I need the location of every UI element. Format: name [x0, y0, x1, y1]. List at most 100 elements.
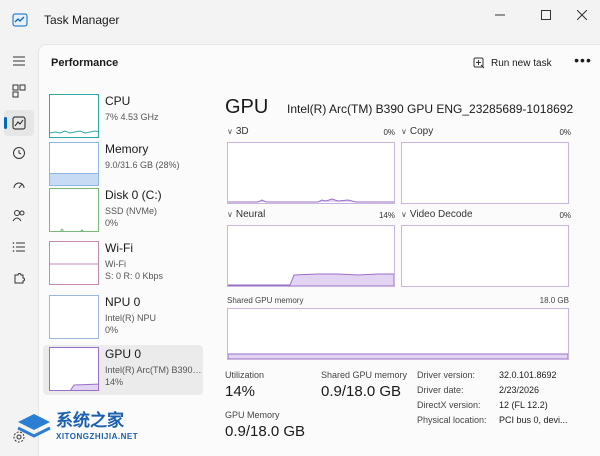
gpu-detail-view: GPU Intel(R) Arc(TM) B390 GPU ENG_232856…	[225, 88, 600, 456]
resource-item-gpu[interactable]: GPU 0 Intel(R) Arc(TM) B390 GPU 14%	[43, 345, 203, 395]
watermark-text-cn: 系统之家	[56, 411, 124, 431]
utilization-value: 14%	[225, 383, 256, 400]
nav-app-history-button[interactable]	[4, 140, 34, 166]
utilization-label: Utilization	[225, 370, 265, 380]
run-new-task-button[interactable]: Run new task	[473, 53, 552, 73]
directx-version-value: 12 (FL 12.2)	[499, 400, 548, 410]
navigation-rail	[0, 40, 38, 456]
physical-location-value: PCI bus 0, devi...	[499, 415, 568, 425]
engine-copy-dropdown[interactable]: ∨ Copy	[401, 126, 433, 137]
shared-memory-value: 0.9/18.0 GB	[321, 383, 402, 400]
resource-detail: Intel(R) NPU	[105, 313, 157, 323]
shared-memory-label: Shared GPU memory	[321, 370, 408, 380]
nav-processes-button[interactable]	[4, 78, 34, 104]
resource-name: CPU	[105, 94, 131, 108]
resource-item-memory[interactable]: Memory 9.0/31.6 GB (28%)	[43, 140, 203, 190]
hamburger-menu-button[interactable]	[4, 48, 34, 74]
resource-name: Disk 0 (C:)	[105, 188, 162, 202]
resource-detail: Intel(R) Arc(TM) B390 GPU	[105, 365, 203, 375]
title-bar: Task Manager	[0, 0, 600, 40]
more-dots-icon: •••	[574, 52, 592, 68]
shared-memory-max: 18.0 GB	[539, 296, 569, 305]
resource-name: GPU 0	[105, 347, 142, 361]
site-watermark: 系统之家 XITONGZHIJIA.NET	[14, 404, 164, 452]
history-icon	[13, 147, 25, 159]
resource-item-npu[interactable]: NPU 0 Intel(R) NPU 0%	[43, 293, 203, 343]
gpu-model-name: Intel(R) Arc(TM) B390 GPU ENG_23285689-1…	[287, 102, 574, 116]
gpu-title: GPU	[225, 96, 269, 118]
resource-detail: 0%	[105, 325, 119, 335]
nav-users-button[interactable]	[4, 202, 34, 228]
resource-detail: Wi-Fi	[105, 259, 126, 269]
close-button[interactable]	[564, 4, 600, 26]
startup-gauge-icon	[13, 182, 25, 189]
performance-icon	[12, 116, 26, 130]
engine-3d-graph	[227, 142, 395, 204]
chevron-down-icon: ∨	[227, 210, 233, 219]
task-manager-icon	[12, 13, 28, 27]
driver-date-value: 2/23/2026	[499, 385, 540, 395]
minimize-button[interactable]	[482, 4, 518, 26]
nav-performance-button[interactable]	[4, 110, 34, 136]
maximize-icon	[541, 10, 551, 20]
npu-thumbnail-graph	[49, 295, 99, 339]
page-title: Performance	[51, 57, 119, 69]
disk-thumbnail-graph	[49, 188, 99, 232]
resource-item-wifi[interactable]: Wi-Fi Wi-Fi S: 0 R: 0 Kbps	[43, 239, 203, 289]
watermark-logo-icon	[17, 414, 51, 438]
watermark-text-en: XITONGZHIJIA.NET	[56, 432, 139, 441]
processes-icon	[12, 84, 26, 98]
more-options-button[interactable]: •••	[573, 53, 593, 71]
driver-version-label: Driver version:	[417, 370, 476, 380]
engine-neural-dropdown[interactable]: ∨ Neural	[227, 209, 265, 220]
resource-detail: 14%	[105, 377, 124, 387]
nav-details-button[interactable]	[4, 234, 34, 260]
engine-copy-graph	[401, 142, 569, 204]
engine-neural-percent: 14%	[378, 211, 395, 220]
gpu-thumbnail-graph	[49, 347, 99, 391]
resource-detail: 7% 4.53 GHz	[105, 112, 159, 122]
resource-list: CPU 7% 4.53 GHz Memory 9.0/31.6 GB (28%)…	[39, 88, 205, 456]
run-task-icon	[473, 57, 485, 69]
engine-video-decode-percent: 0%	[559, 211, 571, 220]
resource-detail: 0%	[105, 218, 119, 228]
wifi-thumbnail-graph	[49, 241, 99, 285]
main-panel: Performance Run new task ••• CPU 7% 4.53…	[38, 44, 600, 456]
directx-version-label: DirectX version:	[417, 400, 481, 410]
memory-thumbnail-graph	[49, 142, 99, 186]
resource-name: Wi-Fi	[105, 241, 133, 255]
resource-detail: 9.0/31.6 GB (28%)	[105, 160, 180, 170]
chevron-down-icon: ∨	[401, 210, 407, 219]
nav-services-button[interactable]	[4, 266, 34, 292]
resource-item-cpu[interactable]: CPU 7% 4.53 GHz	[43, 92, 203, 142]
chevron-down-icon: ∨	[401, 127, 407, 136]
engine-video-decode-dropdown[interactable]: ∨ Video Decode	[401, 209, 473, 220]
cpu-thumbnail-graph	[49, 94, 99, 138]
run-new-task-label: Run new task	[491, 57, 552, 69]
gpu-memory-value: 0.9/18.0 GB	[225, 423, 306, 440]
engine-neural-graph	[227, 225, 395, 287]
engine-video-decode-graph	[401, 225, 569, 287]
engine-3d-dropdown[interactable]: ∨ 3D	[227, 126, 249, 137]
physical-location-label: Physical location:	[417, 415, 487, 425]
users-icon	[12, 210, 25, 222]
engine-copy-percent: 0%	[559, 128, 571, 137]
nav-startup-apps-button[interactable]	[4, 172, 34, 198]
services-puzzle-icon	[14, 273, 25, 284]
hamburger-icon	[13, 56, 25, 66]
resource-name: Memory	[105, 142, 149, 156]
maximize-button[interactable]	[528, 4, 564, 26]
resource-item-disk[interactable]: Disk 0 (C:) SSD (NVMe) 0%	[43, 186, 203, 236]
close-icon	[577, 10, 587, 20]
shared-memory-graph	[227, 308, 569, 360]
minimize-icon	[495, 14, 505, 16]
driver-date-label: Driver date:	[417, 385, 464, 395]
engine-3d-percent: 0%	[383, 128, 395, 137]
resource-detail: S: 0 R: 0 Kbps	[105, 271, 164, 281]
window-title: Task Manager	[44, 13, 120, 27]
resource-detail: SSD (NVMe)	[105, 206, 158, 216]
driver-version-value: 32.0.101.8692	[499, 370, 557, 380]
chevron-down-icon: ∨	[227, 127, 233, 136]
shared-memory-graph-label: Shared GPU memory	[227, 296, 304, 305]
resource-name: NPU 0	[105, 295, 141, 309]
